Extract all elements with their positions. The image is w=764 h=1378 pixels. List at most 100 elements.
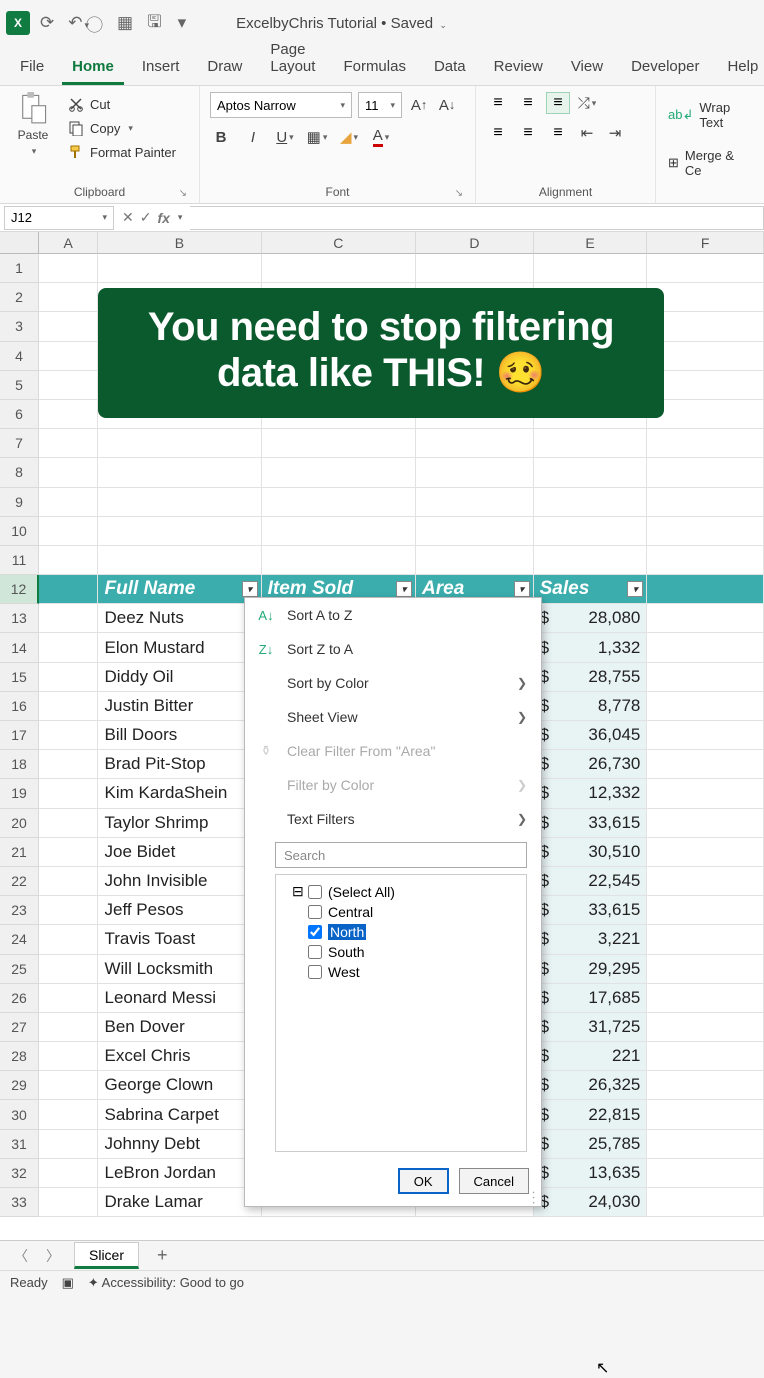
add-sheet-button[interactable]: + [149, 1245, 176, 1266]
accessibility-status[interactable]: ✦ Accessibility: Good to go [88, 1275, 244, 1291]
cell[interactable] [647, 1188, 764, 1217]
filter-button-icon[interactable]: ▾ [396, 581, 412, 597]
row-header[interactable]: 7 [0, 429, 39, 458]
row-header[interactable]: 2 [0, 283, 39, 312]
save-icon[interactable]: ⟳ [40, 13, 54, 33]
tab-view[interactable]: View [561, 50, 613, 85]
cell[interactable]: Elon Mustard [98, 633, 261, 662]
filter-option[interactable]: West [284, 962, 518, 982]
cell[interactable] [416, 429, 534, 458]
borders-button[interactable]: ▦▾ [306, 126, 328, 148]
column-header[interactable]: C [262, 232, 417, 254]
cell[interactable] [39, 750, 98, 779]
macro-record-icon[interactable]: ▣ [62, 1275, 74, 1291]
dialog-launcher-icon[interactable]: ↘ [455, 188, 463, 199]
dialog-launcher-icon[interactable]: ↘ [179, 188, 187, 199]
row-header[interactable]: 13 [0, 604, 39, 633]
cell[interactable]: Ben Dover [98, 1013, 261, 1042]
cell[interactable] [647, 1071, 764, 1100]
cell[interactable] [39, 1071, 98, 1100]
cell[interactable] [534, 517, 648, 546]
font-size-combo[interactable]: 11▾ [358, 92, 402, 118]
row-header[interactable]: 22 [0, 867, 39, 896]
cell[interactable] [39, 458, 98, 487]
cell[interactable] [647, 750, 764, 779]
filter-button-icon[interactable]: ▾ [627, 581, 643, 597]
cell[interactable]: Diddy Oil [98, 663, 261, 692]
fill-color-button[interactable]: ◢▾ [338, 126, 360, 148]
align-bottom-icon[interactable]: ≡ [546, 92, 570, 114]
cell[interactable] [647, 1159, 764, 1188]
cell[interactable] [39, 1188, 98, 1217]
cell[interactable] [647, 546, 764, 575]
cell[interactable]: $33,615 [534, 896, 648, 925]
cell[interactable] [647, 838, 764, 867]
cell[interactable]: $36,045 [534, 721, 648, 750]
cell[interactable]: Justin Bitter [98, 692, 261, 721]
cell[interactable] [39, 809, 98, 838]
cut-button[interactable]: Cut [66, 92, 178, 116]
cell[interactable] [39, 517, 98, 546]
cell[interactable] [647, 955, 764, 984]
paste-button[interactable]: Paste ▾ [10, 92, 56, 157]
cell[interactable] [416, 254, 534, 283]
cell[interactable] [416, 488, 534, 517]
tab-formulas[interactable]: Formulas [333, 50, 416, 85]
cell[interactable] [39, 1042, 98, 1071]
cell[interactable]: $12,332 [534, 779, 648, 808]
row-header[interactable]: 23 [0, 896, 39, 925]
cell[interactable] [39, 1100, 98, 1129]
cell[interactable] [39, 429, 98, 458]
cell[interactable]: Travis Toast [98, 925, 261, 954]
cell[interactable] [39, 371, 98, 400]
filter-option[interactable]: Central [284, 902, 518, 922]
row-header[interactable]: 1 [0, 254, 39, 283]
cell[interactable] [39, 254, 98, 283]
row-header[interactable]: 31 [0, 1130, 39, 1159]
enter-formula-icon[interactable]: ✓ [140, 209, 152, 226]
row-header[interactable]: 33 [0, 1188, 39, 1217]
cell[interactable]: Taylor Shrimp [98, 809, 261, 838]
column-header[interactable]: D [416, 232, 534, 254]
customize-qat-icon[interactable]: ▾ [178, 13, 187, 33]
cell[interactable] [647, 488, 764, 517]
cell[interactable] [39, 984, 98, 1013]
row-header[interactable]: 6 [0, 400, 39, 429]
cell[interactable] [39, 400, 98, 429]
row-header[interactable]: 11 [0, 546, 39, 575]
row-header[interactable]: 3 [0, 312, 39, 341]
column-header[interactable]: B [98, 232, 261, 254]
increase-font-icon[interactable]: A↑ [408, 94, 430, 116]
copy-button[interactable]: Copy▾ [66, 116, 178, 140]
row-header[interactable]: 9 [0, 488, 39, 517]
cell[interactable] [39, 1013, 98, 1042]
cell[interactable] [39, 546, 98, 575]
font-name-combo[interactable]: Aptos Narrow▾ [210, 92, 352, 118]
row-header[interactable]: 4 [0, 342, 39, 371]
cell[interactable]: $31,725 [534, 1013, 648, 1042]
cell[interactable] [98, 254, 261, 283]
cell[interactable]: Deez Nuts [98, 604, 261, 633]
cell[interactable] [647, 925, 764, 954]
cell[interactable] [262, 254, 416, 283]
text-filters-item[interactable]: Text Filters❯ [245, 802, 541, 836]
header-sales[interactable]: Sales▾ [534, 575, 648, 604]
cell[interactable]: $26,325 [534, 1071, 648, 1100]
cell[interactable] [262, 429, 416, 458]
cell[interactable] [647, 633, 764, 662]
sort-az-item[interactable]: A↓Sort A to Z [245, 598, 541, 632]
cell[interactable] [39, 692, 98, 721]
cell[interactable] [39, 604, 98, 633]
cell[interactable] [39, 488, 98, 517]
wrap-text-button[interactable]: ab↲Wrap Text [666, 96, 754, 134]
row-header[interactable]: 27 [0, 1013, 39, 1042]
cell[interactable]: Leonard Messi [98, 984, 261, 1013]
sheet-view-item[interactable]: Sheet View❯ [245, 700, 541, 734]
fx-icon[interactable]: fx [157, 210, 169, 226]
cell[interactable]: Joe Bidet [98, 838, 261, 867]
tab-draw[interactable]: Draw [197, 50, 252, 85]
filter-option[interactable]: South [284, 942, 518, 962]
cancel-formula-icon[interactable]: ✕ [122, 209, 134, 226]
select-all-checkbox[interactable]: ⊟(Select All) [284, 881, 518, 902]
cell[interactable] [534, 546, 648, 575]
